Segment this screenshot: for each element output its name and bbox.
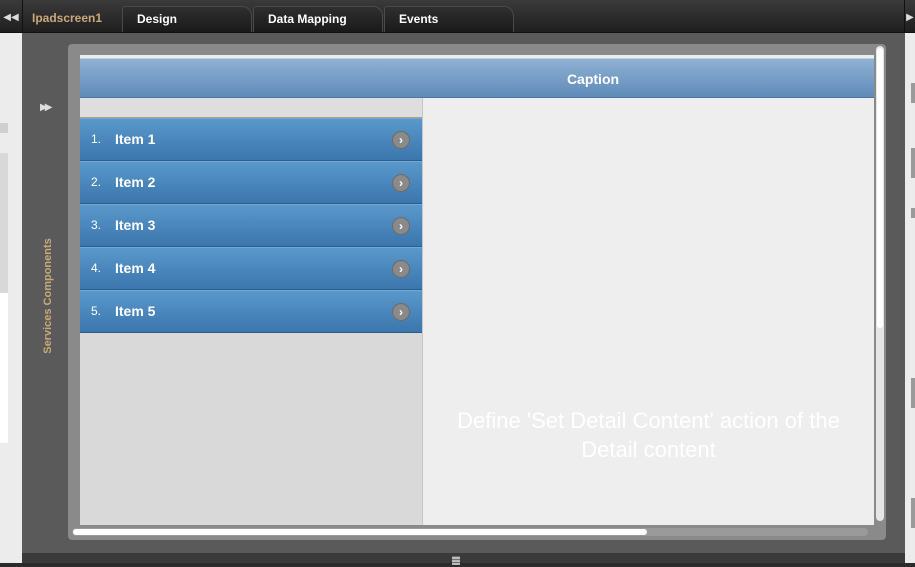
master-list-panel: 1. Item 1 › 2. Item 2 › 3. Item 3 › 4. I…: [80, 98, 423, 525]
horizontal-scrollbar[interactable]: [72, 528, 868, 536]
caption-title: Caption: [566, 71, 620, 87]
list-item[interactable]: 3. Item 3 ›: [80, 204, 422, 247]
chevron-right-icon[interactable]: ›: [392, 217, 410, 235]
panel-divider: [911, 83, 915, 103]
detail-line-1: Define 'Set Detail Content' action of th…: [457, 408, 840, 433]
tab-bar: ◀◀ Ipadscreen1 Design Data Mapping Event…: [0, 0, 915, 33]
tab-design[interactable]: Design: [122, 6, 252, 32]
vertical-scrollbar-thumb[interactable]: [877, 48, 883, 328]
detail-line-2: Detail content: [581, 437, 716, 462]
panel-divider: [911, 148, 915, 178]
tab-events[interactable]: Events: [384, 6, 514, 32]
list-item[interactable]: 1. Item 1 ›: [80, 118, 422, 161]
right-panel-edge: [905, 33, 915, 563]
panel-divider: [911, 498, 915, 528]
list-item-label: Item 5: [115, 303, 156, 319]
list-item-label: Item 4: [115, 260, 156, 276]
left-panel-edge: [0, 33, 23, 563]
chevron-right-icon[interactable]: ›: [392, 260, 410, 278]
horizontal-scrollbar-thumb[interactable]: [73, 529, 647, 535]
list-item-label: Item 1: [115, 131, 156, 147]
panel-divider: [911, 208, 915, 218]
list-item-number: 4.: [91, 261, 102, 275]
list-item[interactable]: 5. Item 5 ›: [80, 290, 422, 333]
chevron-right-icon[interactable]: ›: [392, 303, 410, 321]
detail-panel: Define 'Set Detail Content' action of th…: [423, 98, 874, 525]
list-item-label: Item 3: [115, 217, 156, 233]
double-chevron-right-icon[interactable]: ▶▶: [40, 102, 53, 113]
scroll-tabs-right-icon[interactable]: ▶: [904, 0, 915, 32]
detail-placeholder-text: Define 'Set Detail Content' action of th…: [423, 406, 874, 464]
caption-bar: Caption: [80, 58, 874, 98]
panel-divider: [0, 123, 8, 133]
tab-data-mapping[interactable]: Data Mapping: [253, 6, 383, 32]
list-item[interactable]: 4. Item 4 ›: [80, 247, 422, 290]
chevron-right-icon[interactable]: ›: [392, 131, 410, 149]
list-item-label: Item 2: [115, 174, 156, 190]
ipad-screen: Caption 1. Item 1 › 2. Item 2 › 3. Item …: [80, 55, 874, 525]
vertical-scrollbar[interactable]: [876, 46, 884, 521]
list-header: [80, 98, 422, 118]
list-item-number: 5.: [91, 304, 102, 318]
tab-ipadscreen1[interactable]: Ipadscreen1: [22, 6, 122, 32]
chevron-right-icon[interactable]: ›: [392, 174, 410, 192]
list-item-number: 2.: [91, 175, 102, 189]
panel-scrollbar-thumb[interactable]: [0, 293, 8, 443]
list-item-number: 1.: [91, 132, 102, 146]
list-item[interactable]: 2. Item 2 ›: [80, 161, 422, 204]
panel-divider: [911, 378, 915, 408]
scroll-tabs-left-icon[interactable]: ◀◀: [0, 0, 23, 32]
services-components-label[interactable]: Services Components: [42, 238, 54, 354]
list-item-number: 3.: [91, 218, 102, 232]
